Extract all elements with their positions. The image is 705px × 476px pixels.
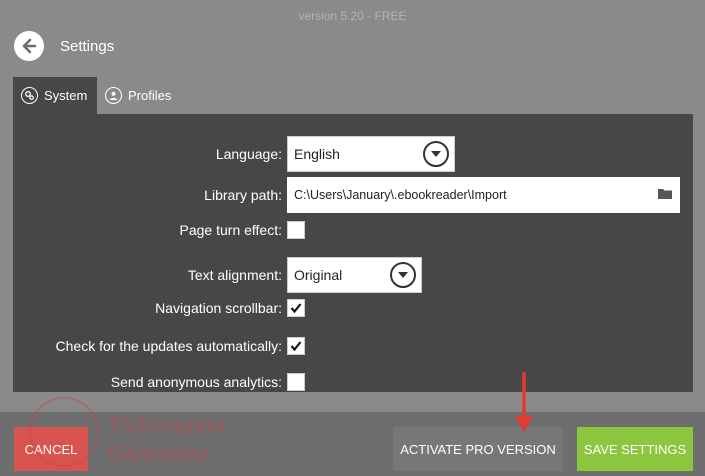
language-value: English — [294, 146, 340, 162]
watermark-line2: Giveaway — [108, 440, 209, 466]
watermark-line1: Tickcoupon — [108, 412, 226, 438]
text-alignment-value: Original — [294, 267, 343, 283]
check-updates-checkbox[interactable] — [287, 337, 305, 355]
nav-scrollbar-label: Navigation scrollbar: — [155, 300, 282, 316]
page-turn-label: Page turn effect: — [179, 222, 282, 238]
library-path-label: Library path: — [204, 187, 282, 203]
check-updates-row: Check for the updates automatically: — [13, 337, 305, 355]
user-icon — [105, 87, 122, 104]
back-button[interactable] — [14, 31, 44, 61]
watermark: Tickcoupon Giveaway — [28, 388, 268, 476]
arrow-left-icon — [22, 38, 37, 54]
language-select[interactable]: English — [287, 136, 455, 172]
library-path-row: Library path: C:\Users\January\.ebookrea… — [13, 177, 680, 213]
watermark-logo — [29, 397, 99, 467]
nav-scrollbar-checkbox[interactable] — [287, 299, 305, 317]
library-path-value: C:\Users\January\.ebookreader\Import — [294, 188, 507, 202]
language-row: Language: English — [13, 136, 455, 172]
page-turn-checkbox[interactable] — [287, 221, 305, 239]
chevron-down-icon — [390, 262, 416, 288]
text-alignment-select[interactable]: Original — [287, 257, 422, 293]
settings-panel: Language: English Library path: C:\Users… — [13, 114, 693, 392]
tab-profiles-label: Profiles — [128, 88, 172, 103]
text-alignment-row: Text alignment: Original — [13, 257, 422, 293]
header: Settings — [14, 31, 114, 61]
check-updates-label: Check for the updates automatically: — [55, 338, 282, 354]
chevron-down-icon — [423, 141, 449, 167]
gears-icon — [21, 87, 38, 104]
analytics-checkbox[interactable] — [287, 373, 305, 391]
checkmark-icon — [290, 341, 302, 352]
page-turn-row: Page turn effect: — [13, 221, 305, 239]
page-title: Settings — [60, 37, 115, 55]
version-label: version 5.20 - FREE — [298, 9, 407, 23]
annotation-arrow — [515, 372, 533, 432]
tab-bar: System Profiles — [13, 77, 179, 114]
activate-pro-button[interactable]: ACTIVATE PRO VERSION — [393, 427, 563, 471]
language-label: Language: — [215, 146, 282, 162]
folder-icon[interactable] — [658, 188, 672, 202]
tab-profiles[interactable]: Profiles — [97, 77, 179, 114]
library-path-input[interactable]: C:\Users\January\.ebookreader\Import — [287, 177, 680, 213]
checkmark-icon — [290, 303, 302, 314]
nav-scrollbar-row: Navigation scrollbar: — [13, 299, 305, 317]
tab-system-label: System — [44, 88, 88, 103]
save-settings-button[interactable]: SAVE SETTINGS — [577, 427, 693, 471]
tab-system[interactable]: System — [13, 77, 97, 114]
text-alignment-label: Text alignment: — [187, 267, 282, 283]
